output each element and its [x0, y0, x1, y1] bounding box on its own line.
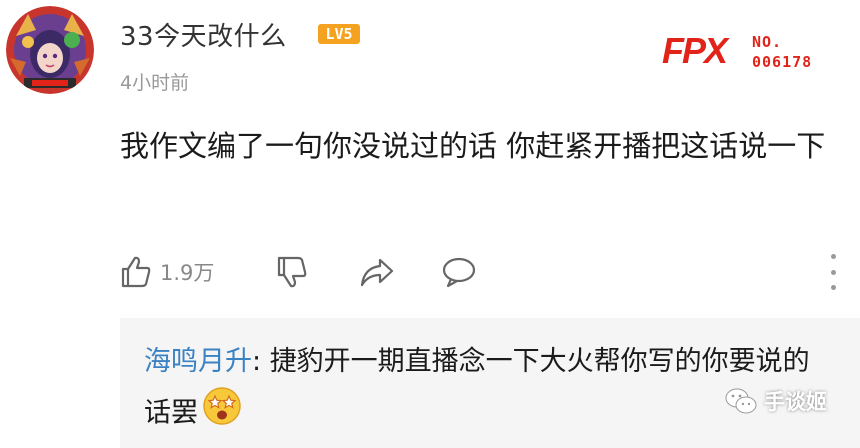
wechat-account-name: 手谈姬: [764, 390, 827, 414]
like-button[interactable]: 1.9万: [118, 252, 214, 292]
username[interactable]: 33今天改什么: [120, 16, 287, 53]
wechat-icon: [725, 388, 757, 414]
reply-preview[interactable]: 海鸣月升: 捷豹开一期直播念一下大火帮你写的你要说的话罢: [120, 318, 860, 448]
fan-badge-label: NO.: [752, 33, 783, 51]
more-dot: [830, 269, 836, 275]
wechat-watermark: 手谈姬: [724, 384, 827, 418]
fpx-logo-icon: FPX: [662, 30, 732, 70]
comment-text: 我作文编了一句你没说过的话 你赶紧开播把这话说一下: [120, 129, 826, 163]
share-button[interactable]: [358, 252, 396, 292]
reply-button[interactable]: [440, 252, 478, 292]
anime-avatar-icon: [6, 6, 94, 94]
user-avatar[interactable]: [6, 6, 94, 94]
starstruck-face-icon: [202, 386, 242, 442]
comment-icon: [442, 257, 476, 288]
thumb-down-icon: [277, 256, 307, 288]
post-time: 4小时前: [120, 72, 190, 94]
reply-username[interactable]: 海鸣月升: [144, 346, 252, 377]
dislike-button[interactable]: [274, 252, 310, 292]
more-icon[interactable]: [828, 254, 838, 290]
reply-separator: :: [252, 346, 270, 377]
comment-action-bar: 1.9万: [118, 252, 858, 292]
more-dot: [830, 254, 836, 259]
share-icon: [360, 258, 394, 287]
fan-badge-number: NO. 006178: [752, 32, 832, 72]
fan-badge-value: 006178: [752, 53, 813, 71]
like-count: 1.9万: [160, 261, 215, 285]
fpx-logo-text: FPX: [662, 30, 730, 70]
level-badge: LV5: [318, 24, 360, 44]
thumb-up-icon: [121, 256, 151, 288]
more-dot: [830, 285, 836, 290]
